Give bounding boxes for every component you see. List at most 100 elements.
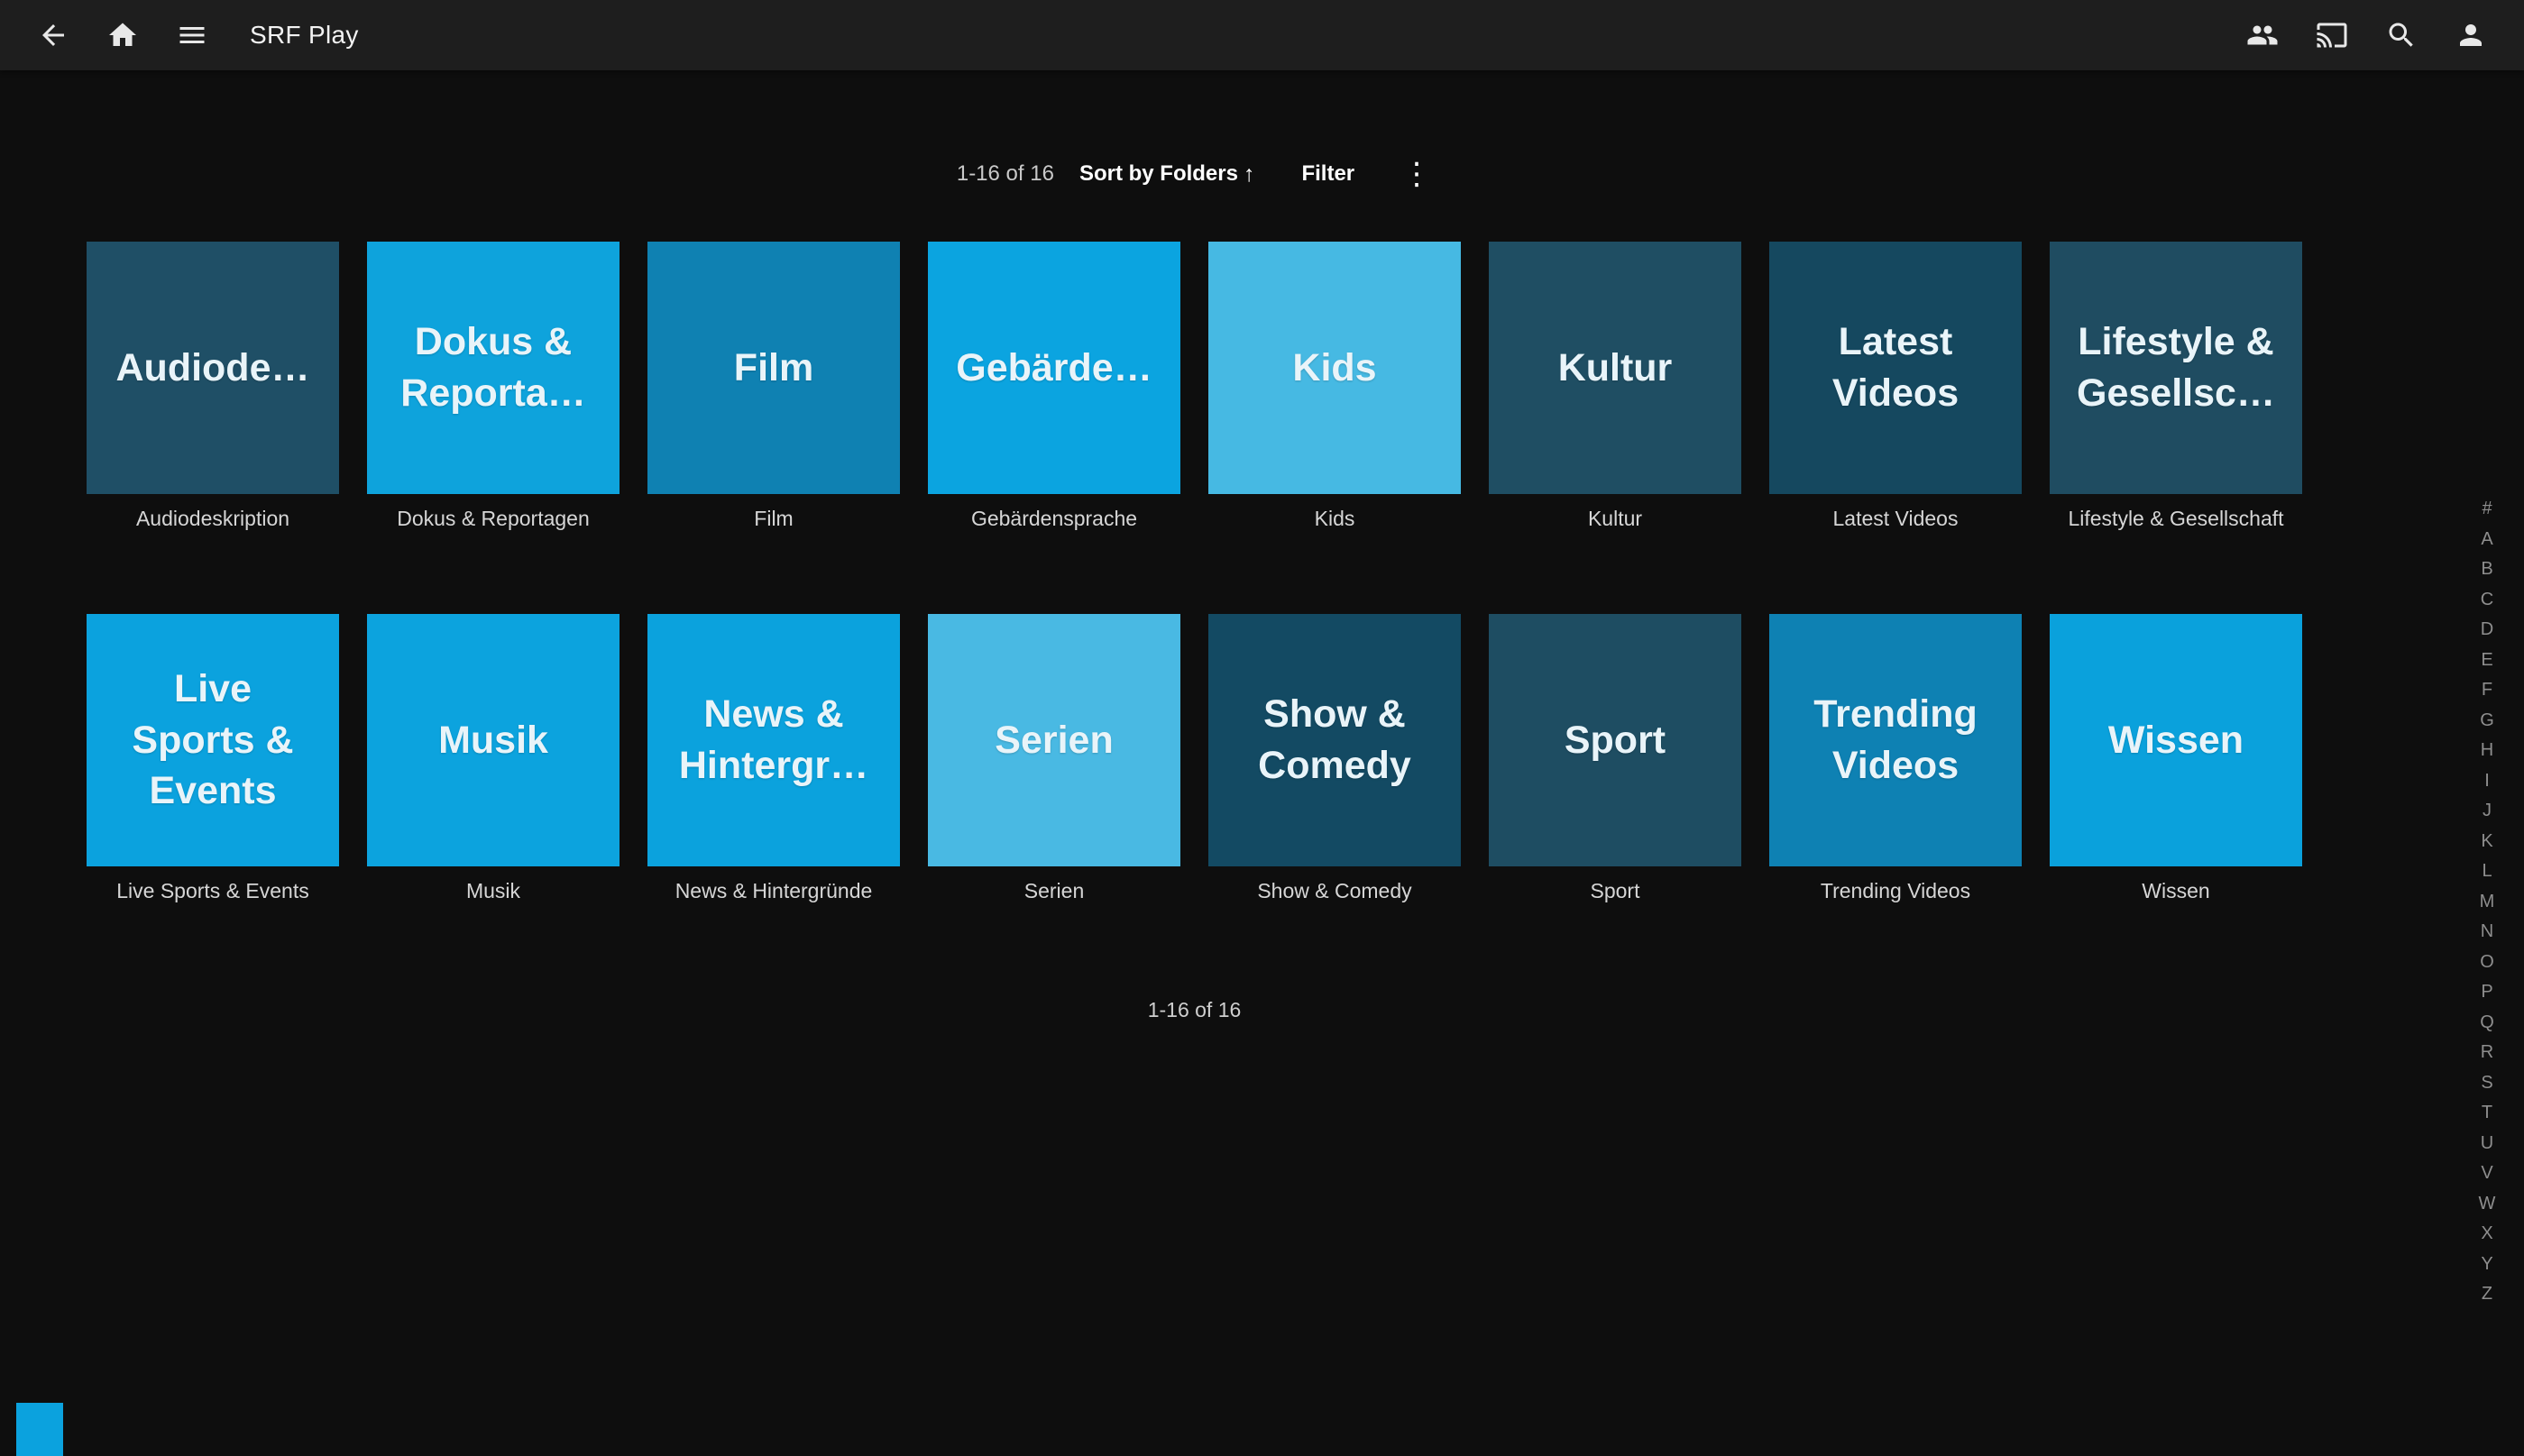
category-tile[interactable]: Musik (367, 614, 620, 866)
alphabet-letter[interactable]: P (2475, 977, 2499, 1008)
category-caption: Gebärdensprache (928, 507, 1180, 531)
cast-button[interactable] (2315, 18, 2349, 52)
category-tile[interactable]: Film (647, 242, 900, 494)
more-options-button[interactable]: ⋮ (1401, 159, 1432, 189)
search-button[interactable] (2384, 18, 2418, 52)
category-tile-label: Musik (438, 715, 548, 766)
alphabet-letter[interactable]: D (2475, 615, 2499, 646)
category-tile[interactable]: Live Sports & Events (87, 614, 339, 866)
category-grid: Audiode… Audiodeskription Dokus & Report… (87, 242, 2302, 903)
category-caption: Dokus & Reportagen (367, 507, 620, 531)
alphabet-letter[interactable]: E (2475, 646, 2499, 676)
scroll-peek-tile[interactable] (16, 1403, 63, 1456)
category-tile[interactable]: Wissen (2050, 614, 2302, 866)
alphabet-letter[interactable]: Y (2475, 1250, 2499, 1280)
category-tile[interactable]: Show & Comedy (1208, 614, 1461, 866)
category-cell: Lifestyle & Gesellsc… Lifestyle & Gesell… (2050, 242, 2302, 531)
main-content: 1-16 of 16 Sort by Folders ↑ Filter ⋮ Au… (87, 159, 2302, 1022)
category-caption: Kids (1208, 507, 1461, 531)
back-button[interactable] (36, 18, 70, 52)
profile-button[interactable] (2454, 18, 2488, 52)
category-tile[interactable]: Kids (1208, 242, 1461, 494)
alphabet-letter[interactable]: B (2475, 554, 2499, 585)
category-cell: Audiode… Audiodeskription (87, 242, 339, 531)
category-caption: Kultur (1489, 507, 1741, 531)
category-tile-label: Audiode… (116, 343, 310, 394)
category-tile[interactable]: Audiode… (87, 242, 339, 494)
alphabet-letter[interactable]: W (2475, 1189, 2499, 1220)
category-caption: News & Hintergründe (647, 879, 900, 903)
alphabet-letter[interactable]: V (2475, 1158, 2499, 1189)
alphabet-letter[interactable]: S (2475, 1068, 2499, 1099)
category-tile[interactable]: Latest Videos (1769, 242, 2022, 494)
category-cell: Film Film (647, 242, 900, 531)
alphabet-letter[interactable]: C (2475, 585, 2499, 616)
cast-icon (2316, 19, 2348, 51)
category-cell: Musik Musik (367, 614, 620, 903)
category-tile[interactable]: Serien (928, 614, 1180, 866)
alphabet-letter[interactable]: K (2475, 827, 2499, 857)
alphabet-letter[interactable]: L (2475, 856, 2499, 887)
alphabet-letter[interactable]: J (2475, 796, 2499, 827)
app-bar: SRF Play (0, 0, 2524, 70)
footer-item-count: 1-16 of 16 (87, 998, 2302, 1022)
alphabet-letter[interactable]: O (2475, 948, 2499, 978)
alphabet-letter[interactable]: # (2475, 494, 2499, 525)
category-tile[interactable]: Kultur (1489, 242, 1741, 494)
category-tile[interactable]: Sport (1489, 614, 1741, 866)
category-tile-label: Trending Videos (1794, 689, 1996, 792)
category-cell: Kids Kids (1208, 242, 1461, 531)
category-caption: Serien (928, 879, 1180, 903)
category-tile[interactable]: Lifestyle & Gesellsc… (2050, 242, 2302, 494)
category-caption: Trending Videos (1769, 879, 2022, 903)
category-tile[interactable]: Trending Videos (1769, 614, 2022, 866)
app-bar-left: SRF Play (36, 18, 359, 52)
sort-button[interactable]: Sort by Folders ↑ (1079, 161, 1255, 188)
alphabet-letter[interactable]: H (2475, 736, 2499, 766)
home-button[interactable] (106, 18, 140, 52)
list-toolbar: 1-16 of 16 Sort by Folders ↑ Filter ⋮ (87, 159, 2302, 189)
sort-label: Sort by Folders (1079, 161, 1238, 187)
alphabet-letter[interactable]: N (2475, 917, 2499, 948)
category-caption: Lifestyle & Gesellschaft (2050, 507, 2302, 531)
menu-button[interactable] (175, 18, 209, 52)
category-tile-label: Lifestyle & Gesellsc… (2075, 316, 2277, 419)
alphabet-letter[interactable]: A (2475, 525, 2499, 555)
category-caption: Film (647, 507, 900, 531)
category-caption: Live Sports & Events (87, 879, 339, 903)
category-caption: Audiodeskription (87, 507, 339, 531)
category-tile[interactable]: Dokus & Reporta… (367, 242, 620, 494)
category-cell: Latest Videos Latest Videos (1769, 242, 2022, 531)
hamburger-menu-icon (176, 19, 208, 51)
category-tile-label: Film (734, 343, 813, 394)
group-button[interactable] (2245, 18, 2280, 52)
category-tile-label: Live Sports & Events (112, 664, 314, 817)
app-bar-right (2245, 18, 2488, 52)
category-cell: Wissen Wissen (2050, 614, 2302, 903)
alphabet-letter[interactable]: M (2475, 887, 2499, 918)
filter-button[interactable]: Filter (1301, 161, 1354, 187)
category-tile-label: Dokus & Reporta… (392, 316, 594, 419)
alphabet-letter[interactable]: Q (2475, 1008, 2499, 1039)
alphabet-letter[interactable]: T (2475, 1098, 2499, 1129)
back-arrow-icon (37, 19, 69, 51)
home-icon (106, 19, 139, 51)
category-tile-label: Kultur (1558, 343, 1673, 394)
alphabet-letter[interactable]: Z (2475, 1279, 2499, 1310)
category-tile[interactable]: Gebärde… (928, 242, 1180, 494)
alphabet-scrollbar[interactable]: #ABCDEFGHIJKLMNOPQRSTUVWXYZ (2475, 494, 2499, 1310)
category-cell: Live Sports & Events Live Sports & Event… (87, 614, 339, 903)
alphabet-letter[interactable]: G (2475, 706, 2499, 737)
category-cell: Kultur Kultur (1489, 242, 1741, 531)
alphabet-letter[interactable]: U (2475, 1129, 2499, 1159)
category-tile-label: Gebärde… (956, 343, 1152, 394)
category-caption: Latest Videos (1769, 507, 2022, 531)
alphabet-letter[interactable]: X (2475, 1219, 2499, 1250)
item-count: 1-16 of 16 (957, 161, 1054, 187)
alphabet-letter[interactable]: R (2475, 1038, 2499, 1068)
alphabet-letter[interactable]: I (2475, 766, 2499, 797)
category-tile[interactable]: News & Hintergr… (647, 614, 900, 866)
category-cell: Trending Videos Trending Videos (1769, 614, 2022, 903)
category-cell: News & Hintergr… News & Hintergründe (647, 614, 900, 903)
alphabet-letter[interactable]: F (2475, 675, 2499, 706)
